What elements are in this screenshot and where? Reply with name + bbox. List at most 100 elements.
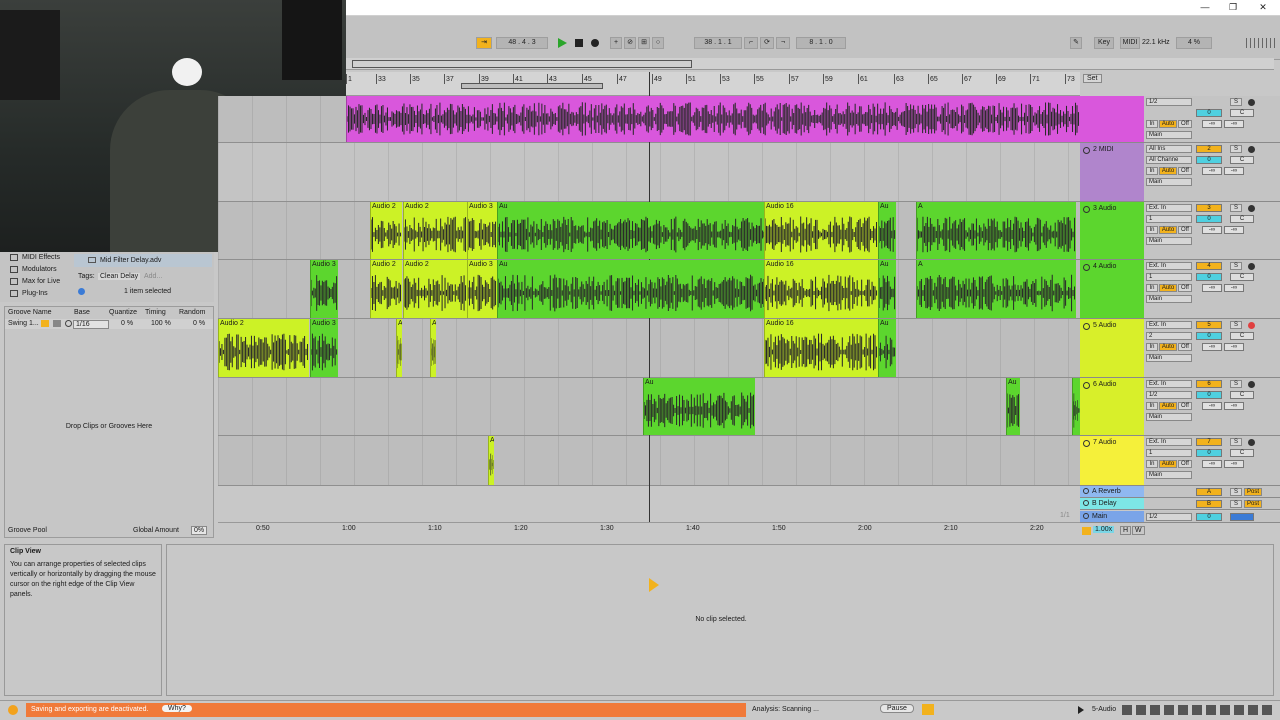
pan-field[interactable]: C <box>1230 332 1254 340</box>
monitor-off-button[interactable]: Off <box>1178 343 1192 351</box>
browser-category[interactable]: Modulators <box>8 264 72 275</box>
pan-field[interactable]: C <box>1230 391 1254 399</box>
stop-icon[interactable] <box>575 39 583 47</box>
input-channel-select[interactable]: 2 <box>1146 332 1192 340</box>
input-type-select[interactable]: Ext. In <box>1146 380 1192 388</box>
browser-category[interactable]: Max for Live <box>8 276 72 287</box>
monitor-in-button[interactable]: In <box>1146 226 1158 234</box>
arm-icon[interactable] <box>1248 99 1255 106</box>
midi-map-button[interactable]: MIDI <box>1120 37 1140 49</box>
output-select[interactable]: Main <box>1146 354 1192 362</box>
solo-button[interactable]: S <box>1230 98 1242 106</box>
device-chain-overview[interactable] <box>1122 705 1272 715</box>
return-solo-button[interactable]: S <box>1230 500 1242 508</box>
arrangement-position[interactable]: 48 . 4 . 3 <box>496 37 548 49</box>
track-header[interactable]: 2 MIDI <box>1080 143 1144 202</box>
output-select[interactable]: Main <box>1146 471 1192 479</box>
track-activator[interactable]: 2 <box>1196 145 1222 153</box>
monitor-off-button[interactable]: Off <box>1178 460 1192 468</box>
audio-clip[interactable]: A <box>488 436 494 485</box>
monitor-off-button[interactable]: Off <box>1178 226 1192 234</box>
audio-clip[interactable]: Au <box>878 202 896 259</box>
draw-mode-button[interactable]: ✎ <box>1070 37 1082 49</box>
monitor-auto-button[interactable]: Auto <box>1159 284 1177 292</box>
volume-field[interactable]: 0 <box>1196 332 1222 340</box>
track-activator[interactable]: 4 <box>1196 262 1222 270</box>
record-icon[interactable] <box>591 39 599 47</box>
volume-field[interactable]: 0 <box>1196 391 1222 399</box>
audio-clip[interactable]: A <box>916 202 1076 259</box>
browser-category[interactable]: Plug-Ins <box>8 288 72 299</box>
send-b-field[interactable]: -∞ <box>1224 284 1244 292</box>
volume-field[interactable]: 0 <box>1196 273 1222 281</box>
pan-field[interactable]: C <box>1230 449 1254 457</box>
monitor-off-button[interactable]: Off <box>1178 284 1192 292</box>
monitor-auto-button[interactable]: Auto <box>1159 343 1177 351</box>
return-fold-icon[interactable] <box>1083 513 1089 519</box>
track-header[interactable]: 6 Audio <box>1080 378 1144 436</box>
arm-icon[interactable] <box>1248 381 1255 388</box>
return-fold-icon[interactable] <box>1083 488 1089 494</box>
input-channel-select[interactable]: 1 <box>1146 273 1192 281</box>
send-a-field[interactable]: -∞ <box>1202 120 1222 128</box>
track-header[interactable]: 7 Audio <box>1080 436 1144 486</box>
pause-button[interactable]: Pause <box>880 704 914 713</box>
capture-button[interactable]: ⊞ <box>638 37 650 49</box>
send-a-field[interactable]: -∞ <box>1202 402 1222 410</box>
follow-icon[interactable] <box>1082 527 1091 535</box>
send-b-field[interactable]: -∞ <box>1224 460 1244 468</box>
monitor-off-button[interactable]: Off <box>1178 167 1192 175</box>
input-type-select[interactable]: Ext. In <box>1146 262 1192 270</box>
monitor-in-button[interactable]: In <box>1146 343 1158 351</box>
output-select[interactable]: Main <box>1146 178 1192 186</box>
solo-button[interactable]: S <box>1230 204 1242 212</box>
restore-button[interactable]: ❐ <box>1218 0 1248 14</box>
audio-clip[interactable]: Au <box>878 260 896 318</box>
audio-clip[interactable]: Audio 2 <box>218 319 309 377</box>
audio-clip[interactable]: Au <box>643 378 755 435</box>
audio-clip[interactable]: Audio 2 <box>370 202 402 259</box>
return-post-button[interactable]: Post <box>1244 488 1262 496</box>
browser-category[interactable]: MIDI Effects <box>8 252 72 263</box>
loop-length[interactable]: 8 . 1 . 0 <box>796 37 846 49</box>
send-b-field[interactable]: -∞ <box>1224 226 1244 234</box>
solo-button[interactable]: S <box>1230 438 1242 446</box>
groove-random[interactable]: 0 % <box>193 320 205 327</box>
audio-clip[interactable]: Au <box>497 202 767 259</box>
punch-out-button[interactable]: ¬ <box>776 37 790 49</box>
volume-field[interactable]: 0 <box>1196 449 1222 457</box>
return-activator[interactable]: A <box>1196 488 1222 496</box>
solo-button[interactable]: S <box>1230 321 1242 329</box>
fold-icon[interactable] <box>1083 382 1090 389</box>
fold-icon[interactable] <box>1083 440 1090 447</box>
groove-timing[interactable]: 100 % <box>151 320 171 327</box>
pan-field[interactable]: C <box>1230 215 1254 223</box>
input-type-select[interactable]: Ext. In <box>1146 204 1192 212</box>
fold-icon[interactable] <box>1083 264 1090 271</box>
send-a-field[interactable]: -∞ <box>1202 226 1222 234</box>
arm-icon[interactable] <box>1248 439 1255 446</box>
send-b-field[interactable]: -∞ <box>1224 343 1244 351</box>
send-b-field[interactable]: -∞ <box>1224 402 1244 410</box>
audio-clip[interactable]: A <box>396 319 402 377</box>
send-a-field[interactable]: -∞ <box>1202 284 1222 292</box>
arm-icon[interactable] <box>1248 146 1255 153</box>
volume-field[interactable]: 0 <box>1196 109 1222 117</box>
tempo-rate[interactable]: 1.00x <box>1093 526 1115 533</box>
monitor-in-button[interactable]: In <box>1146 460 1158 468</box>
arm-icon[interactable] <box>1248 322 1255 329</box>
solo-button[interactable]: S <box>1230 145 1242 153</box>
input-channel-select[interactable]: 1 <box>1146 215 1192 223</box>
play-icon[interactable] <box>558 38 567 48</box>
return-solo-button[interactable]: S <box>1230 488 1242 496</box>
output-select[interactable]: Main <box>1146 237 1192 245</box>
return-post-button[interactable]: Post <box>1244 500 1262 508</box>
audio-clip[interactable]: A <box>916 260 1076 318</box>
audio-clip[interactable]: Audio 2 <box>370 260 402 318</box>
tag-chip[interactable]: Clean Delay <box>98 273 141 280</box>
groove-commit-icon[interactable] <box>53 320 61 327</box>
main-input-select[interactable]: 1/2 <box>1146 513 1192 521</box>
audio-clip[interactable]: Audio 3 <box>467 260 497 318</box>
track-activator[interactable]: 7 <box>1196 438 1222 446</box>
audio-clip[interactable]: Audio 3 <box>310 319 338 377</box>
